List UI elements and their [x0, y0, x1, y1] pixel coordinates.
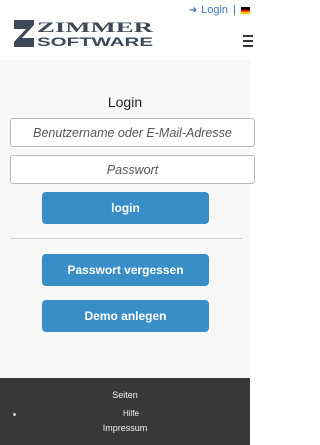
page-footer: Seiten Hilfe Impressum — [0, 378, 250, 445]
username-input[interactable] — [10, 118, 255, 147]
logo-text-top: ZIMMER — [37, 20, 153, 36]
divider — [10, 238, 242, 239]
footer-heading: Seiten — [112, 390, 138, 400]
footer-link-help[interactable]: Hilfe — [0, 409, 262, 418]
create-demo-button[interactable]: Demo anlegen — [42, 300, 209, 332]
login-heading: Login — [107, 94, 143, 110]
footer-link-imprint[interactable]: Impressum — [0, 423, 250, 433]
page-header: ➜ Login | ZIMMER SOFTWARE — [0, 0, 253, 60]
login-button[interactable]: login — [42, 192, 209, 224]
zimmer-software-logo[interactable]: ZIMMER SOFTWARE — [13, 19, 155, 48]
login-link[interactable]: Login — [201, 4, 228, 16]
sign-in-icon[interactable]: ➜ — [188, 4, 198, 18]
german-flag-icon[interactable] — [241, 6, 250, 14]
nav-separator: | — [233, 4, 236, 16]
hamburger-menu-icon[interactable] — [243, 35, 253, 47]
forgot-password-button[interactable]: Passwort vergessen — [42, 254, 209, 286]
top-navigation: ➜ Login | — [188, 3, 250, 17]
logo-z-mark — [14, 20, 34, 47]
logo-text-bottom: SOFTWARE — [37, 35, 153, 48]
password-input[interactable] — [10, 155, 255, 184]
login-panel: Login login Passwort vergessen Demo anle… — [0, 60, 255, 378]
